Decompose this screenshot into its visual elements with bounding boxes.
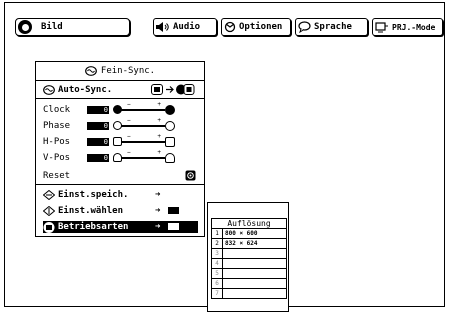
speaker-icon — [156, 22, 170, 32]
betriebsarten-icon — [43, 221, 55, 233]
auto-sync-icon — [43, 84, 55, 95]
phase-row[interactable]: Phase 0 − + — [43, 117, 199, 131]
einst-waehlen-label: Einst.wählen — [58, 206, 124, 216]
phase-slider[interactable]: − + — [113, 117, 175, 131]
v-pos-value: 0 — [87, 153, 109, 162]
bild-icon — [18, 20, 32, 34]
table-row[interactable]: 1 800 × 600 — [211, 228, 287, 239]
divider — [36, 98, 204, 99]
projector-mode-icon — [375, 21, 389, 33]
table-row: 7 — [211, 288, 287, 299]
row-number: 3 — [211, 248, 223, 259]
resolution-popup: Auflösung 1 800 × 600 2 832 × 624 3 4 5 6 … — [207, 202, 289, 312]
phase-label: Phase — [43, 120, 71, 131]
arrow-right-icon: ➜ — [155, 206, 161, 216]
speech-bubble-icon — [298, 21, 311, 33]
fein-sync-icon — [85, 66, 97, 76]
row-value — [222, 248, 287, 259]
row-value — [222, 278, 287, 289]
reset-row[interactable]: Reset — [43, 170, 199, 181]
diamond-icon — [43, 206, 55, 216]
arrow-right-icon: ➜ — [155, 222, 161, 232]
table-row: 4 — [211, 258, 287, 269]
v-pos-row[interactable]: V-Pos 0 − + — [43, 149, 199, 163]
h-pos-slider-right-icon — [165, 137, 175, 147]
table-row: 6 — [211, 278, 287, 289]
v-pos-label: V-Pos — [43, 152, 71, 163]
reset-icon[interactable] — [185, 170, 196, 181]
betriebsarten-label: Betriebsarten — [58, 222, 129, 232]
auto-sync-label: Auto-Sync. — [58, 84, 113, 95]
h-pos-label: H-Pos — [43, 136, 71, 147]
tab-sprache[interactable]: Sprache — [295, 18, 368, 36]
row-value — [222, 268, 287, 279]
clock-slider-right-icon — [165, 105, 175, 115]
panel-header: Fein-Sync. — [36, 62, 204, 81]
tab-sprache-label: Sprache — [314, 22, 352, 32]
table-row[interactable]: 2 832 × 624 — [211, 238, 287, 249]
row-number: 2 — [211, 238, 223, 249]
arrow-right-icon: ➜ — [155, 190, 161, 200]
tab-prj-mode-label: PRJ.-Mode — [392, 22, 436, 32]
row-value — [222, 258, 287, 269]
row-value: 800 × 600 — [222, 228, 287, 239]
tab-bild[interactable]: Bild — [15, 18, 130, 36]
row-value: 832 × 624 — [222, 238, 287, 249]
tab-audio[interactable]: Audio — [153, 18, 217, 36]
auto-sync-toggle-icon[interactable] — [151, 84, 195, 95]
h-pos-row[interactable]: H-Pos 0 − + — [43, 133, 199, 147]
betriebsarten-item[interactable]: Betriebsarten ➜ — [43, 221, 198, 233]
h-pos-slider[interactable]: − + — [113, 133, 175, 147]
v-pos-slider[interactable]: − + — [113, 149, 175, 163]
screen-frame: Bild Audio Optionen Sprache PRJ.-Mode Fe… — [4, 2, 445, 312]
row-number: 1 — [211, 228, 223, 239]
row-number: 6 — [211, 278, 223, 289]
submenu-square-icon — [168, 223, 179, 230]
reset-label: Reset — [43, 170, 71, 181]
row-value — [222, 288, 287, 299]
tab-bild-label: Bild — [41, 22, 63, 32]
auto-sync-row[interactable]: Auto-Sync. — [43, 84, 199, 95]
clock-row[interactable]: Clock 0 − + — [43, 101, 199, 115]
table-row: 3 — [211, 248, 287, 259]
einst-speich-label: Einst.speich. — [58, 190, 129, 200]
phase-slider-right-icon — [165, 121, 175, 131]
fein-sync-panel: Fein-Sync. Auto-Sync. Clock 0 − + Phase … — [35, 61, 205, 237]
einst-speich-item[interactable]: Einst.speich. ➜ — [43, 189, 198, 201]
phase-value: 0 — [87, 121, 109, 130]
submenu-square-icon — [168, 207, 179, 214]
row-number: 4 — [211, 258, 223, 269]
resolution-title: Auflösung — [211, 218, 287, 229]
clock-slider[interactable]: − + — [113, 101, 175, 115]
row-number: 5 — [211, 268, 223, 279]
tab-prj-mode[interactable]: PRJ.-Mode — [372, 18, 443, 36]
tab-audio-label: Audio — [173, 22, 201, 32]
tab-optionen-label: Optionen — [239, 22, 283, 32]
optionen-icon — [224, 21, 236, 33]
divider — [36, 184, 204, 185]
clock-label: Clock — [43, 104, 71, 115]
einst-waehlen-item[interactable]: Einst.wählen ➜ — [43, 205, 198, 217]
v-pos-slider-right-icon — [165, 153, 175, 163]
table-row: 5 — [211, 268, 287, 279]
resolution-table: Auflösung 1 800 × 600 2 832 × 624 3 4 5 6 … — [211, 218, 287, 299]
row-number: 7 — [211, 288, 223, 299]
diamond-icon — [43, 190, 55, 200]
panel-title: Fein-Sync. — [100, 66, 156, 76]
clock-value: 0 — [87, 105, 109, 114]
h-pos-value: 0 — [87, 137, 109, 146]
tab-optionen[interactable]: Optionen — [221, 18, 291, 36]
